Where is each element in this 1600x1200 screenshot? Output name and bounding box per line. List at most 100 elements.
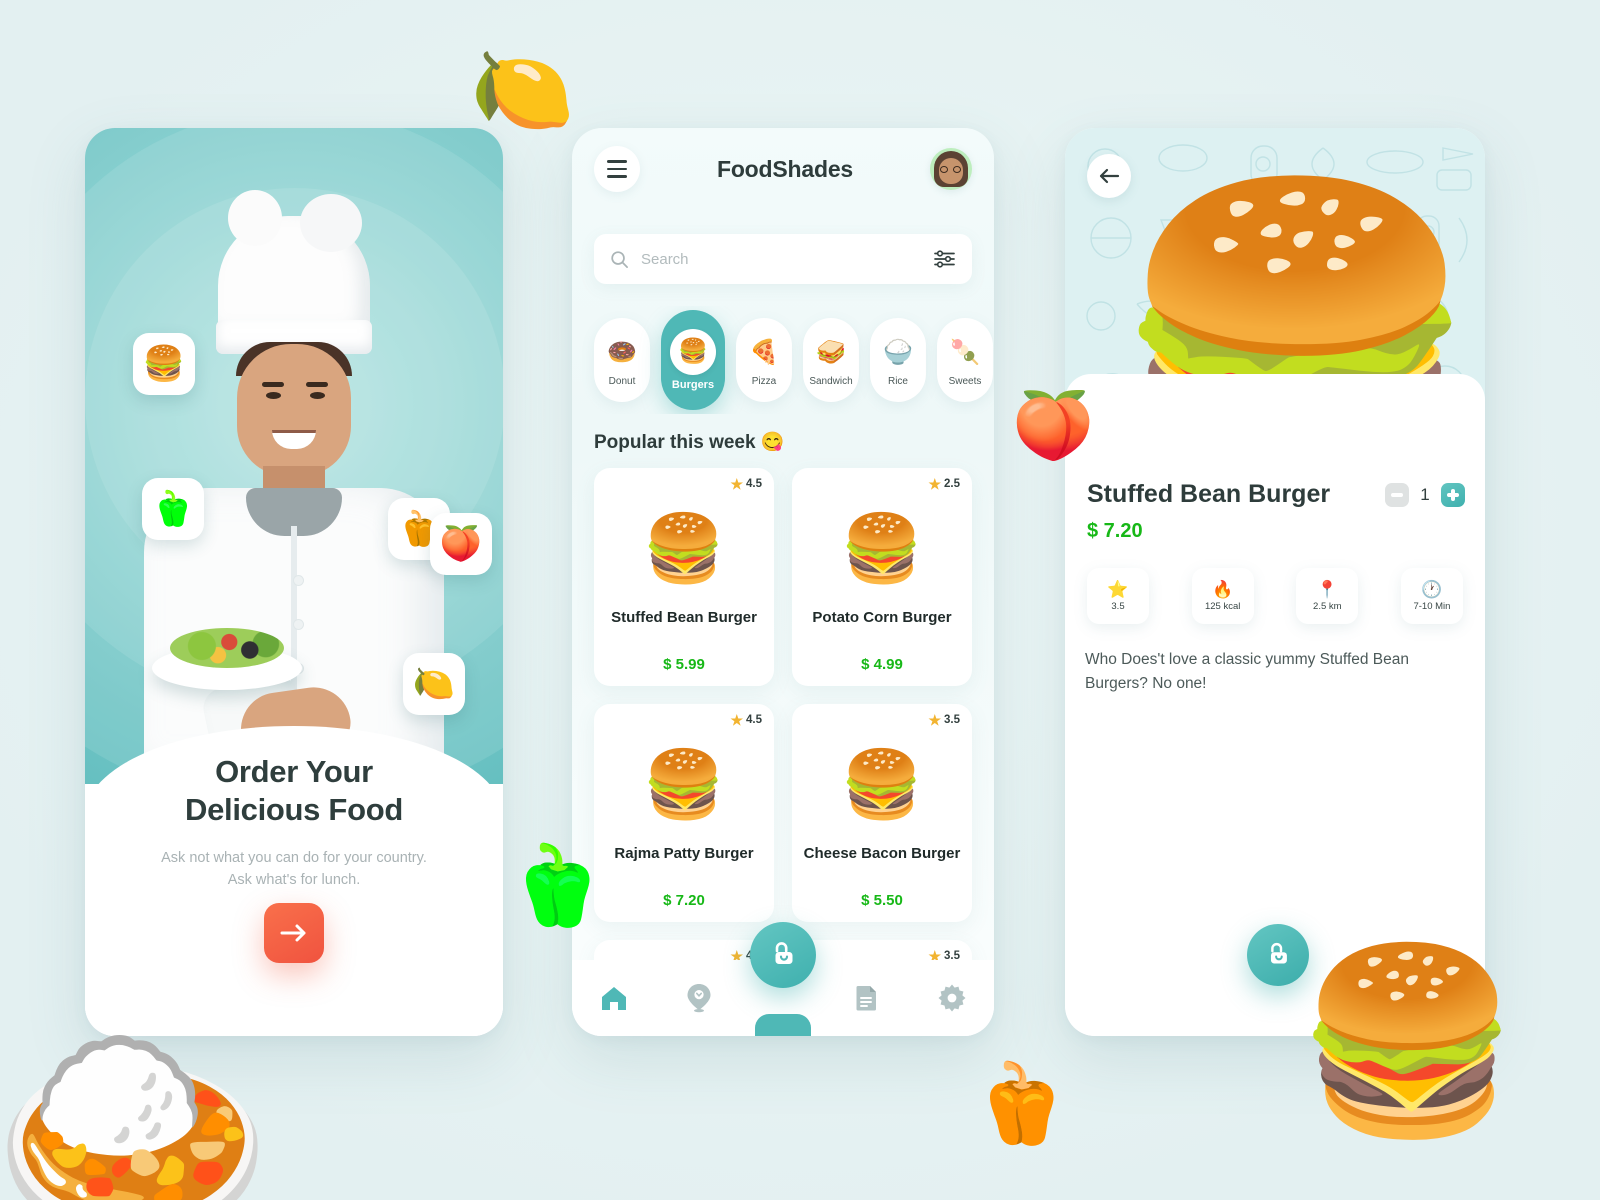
search-icon [611,250,628,268]
chip-value: 3.5 [1111,600,1125,612]
pizza-icon: 🍕 [749,338,779,366]
calories-chip: 🔥 125 kcal [1191,568,1254,624]
onboarding-title: Order Your Delicious Food [85,753,503,829]
category-label: Sweets [948,375,982,387]
category-sandwich[interactable]: 🥪 Sandwich [803,318,859,402]
food-price: $ 5.50 [861,892,903,909]
nav-orders[interactable] [825,984,909,1012]
location-pin-icon [687,984,711,1013]
gear-icon [938,984,966,1012]
food-image: 🍔 [840,747,924,821]
detail-price: $ 7.20 [1087,520,1143,542]
plus-icon [1447,489,1459,501]
quantity-stepper[interactable]: 1 [1385,483,1465,507]
rating-badge: ★ 4.5 [730,713,762,727]
onboarding-subtitle: Ask not what you can do for your country… [117,848,471,892]
red-pepper-icon: 🫑 [972,1059,1070,1147]
home-header: FoodShades [572,128,994,210]
pin-icon: 📍 [1316,579,1338,599]
rating-chip: ⭐ 3.5 [1087,568,1149,624]
decrease-quantity-button[interactable] [1385,483,1409,507]
category-label: Donut [608,375,636,387]
lemon-prop: 🍋 [470,48,575,132]
food-card[interactable]: ★ 2.5 🍔 Potato Corn Burger $ 4.99 [792,468,972,686]
category-list[interactable]: 🍩 Donut 🍔 Burgers 🍕 Pizza 🥪 Sandwich 🍚 R… [572,306,994,414]
section-title: Popular this week 😋 [594,432,785,453]
nav-settings[interactable] [910,984,994,1012]
home-screen: FoodShades 🍩 Donut 🍔 Burgers 🍕 [572,128,994,1036]
category-label: Pizza [751,375,777,387]
red-pepper-prop: 🫑 [972,1064,1069,1142]
detail-description: Who Does't love a classic yummy Stuffed … [1085,651,1410,692]
yellow-pepper-icon: 🫑 [151,490,195,528]
peach-icon: 🍑 [439,525,483,563]
rating-value: 3.5 [944,714,960,726]
next-arrow-button[interactable] [264,903,324,963]
food-image: 🍔 [642,511,726,585]
increase-quantity-button[interactable] [1441,483,1465,507]
food-image: 🍔 [840,511,924,585]
onboarding-hero: 🍔 🫑 🫑 🍑 🍋 [85,128,503,788]
burger-icon: 🍔 [142,345,186,383]
nav-location[interactable] [656,983,740,1013]
onboarding-subtitle-line1: Ask not what you can do for your country… [161,850,427,866]
shopping-bag-icon [1270,942,1287,964]
app-title: FoodShades [716,155,853,182]
delivery-time-chip: 🕐 7-10 Min [1400,568,1463,624]
star-icon: ⭐ [1107,579,1129,599]
category-sweets[interactable]: 🍡 Sweets [937,318,993,402]
detail-product-name: Stuffed Bean Burger [1087,480,1331,508]
yellow-pepper-icon: 🫑 [508,841,606,929]
onboarding-subtitle-line2: Ask what's for lunch. [227,871,361,888]
food-name: Stuffed Bean Burger [611,609,757,626]
rating-value: 4.5 [746,714,762,726]
burger-icon: 🍔 [670,329,716,375]
cart-fab-button[interactable] [750,922,816,988]
lemon-icon: 🍋 [470,43,575,137]
hamburger-menu-button[interactable] [594,146,640,192]
food-card[interactable]: ★ 4.5 🍔 Stuffed Bean Burger $ 5.99 [594,468,774,686]
onboarding-screen: 🍔 🫑 🫑 🍑 🍋 Order Your Delicious Food Ask … [85,128,503,1036]
burger-tile: 🍔 [133,333,195,395]
filter-sliders-icon[interactable] [934,250,956,268]
category-burgers[interactable]: 🍔 Burgers [661,310,725,410]
arrow-right-icon [280,924,306,942]
star-icon: ★ [730,712,743,728]
food-price: $ 7.20 [663,892,705,909]
rating-value: 2.5 [944,478,960,490]
onboarding-title-line2: Delicious Food [185,791,403,827]
nav-home[interactable] [572,985,656,1012]
lemon-tile: 🍋 [403,653,465,715]
shopping-bag-icon [775,942,793,964]
category-pizza[interactable]: 🍕 Pizza [736,318,792,402]
food-price: $ 4.99 [861,656,903,673]
sweets-icon: 🍡 [950,338,980,366]
star-icon: ★ [730,476,743,492]
home-indicator [755,1014,811,1036]
user-avatar[interactable] [930,148,972,190]
distance-chip: 📍 2.5 km [1296,568,1359,624]
search-bar[interactable] [594,234,972,284]
food-card[interactable]: ★ 4.5 🍔 Rajma Patty Burger $ 7.20 [594,704,774,922]
food-name: Cheese Bacon Burger [803,845,961,862]
onboarding-title-line1: Order Your [215,754,373,789]
rating-badge: ★ 4.5 [730,477,762,491]
category-donut[interactable]: 🍩 Donut [594,318,650,402]
food-card[interactable]: ★ 3.5 🍔 Cheese Bacon Burger $ 5.50 [792,704,972,922]
hand-burger-prop: 🍔 [1296,952,1520,1132]
food-price: $ 5.99 [663,656,705,673]
food-name: Rajma Patty Burger [614,845,754,862]
peach-tile: 🍑 [430,513,492,575]
chip-value: 125 kcal [1204,600,1241,612]
flame-icon: 🔥 [1212,579,1234,599]
burger-icon: 🍔 [1296,941,1521,1142]
rice-plate-icon: 🍛 [0,1006,277,1200]
rating-badge: ★ 3.5 [928,713,960,727]
category-label: Sandwich [809,375,853,387]
sandwich-icon: 🥪 [816,338,846,366]
search-input[interactable] [641,250,922,268]
star-icon: ★ [928,476,941,492]
chip-value: 2.5 km [1313,600,1342,612]
peach-prop: 🍑 [1012,392,1094,458]
category-rice[interactable]: 🍚 Rice [870,318,926,402]
